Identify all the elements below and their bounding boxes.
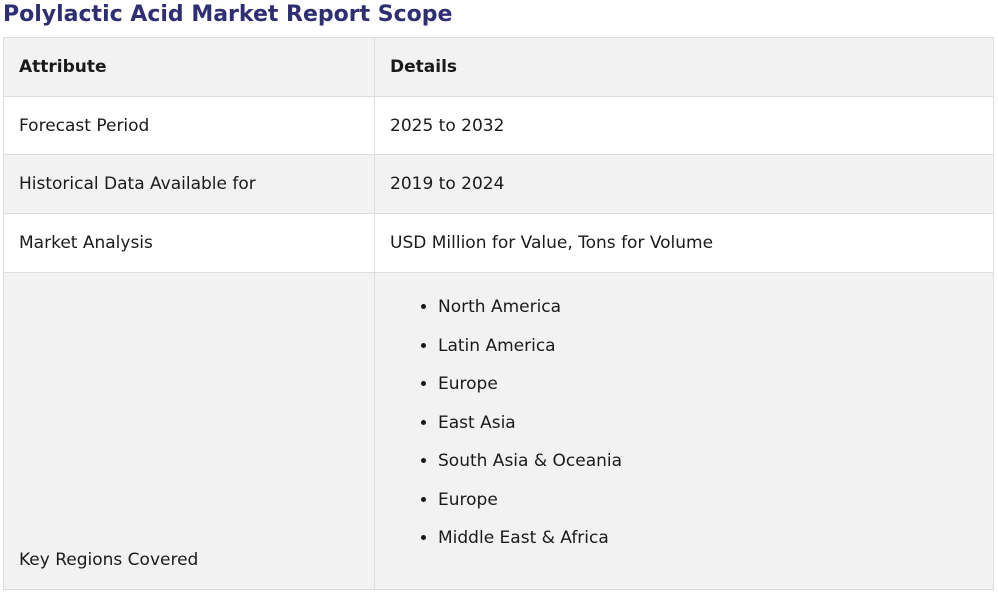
region-item: Latin America xyxy=(438,333,993,372)
table-header-row: Attribute Details xyxy=(3,37,994,97)
regions-cell: North America Latin America Europe East … xyxy=(374,272,994,590)
header-attribute: Attribute xyxy=(3,37,375,97)
table-row: Forecast Period 2025 to 2032 xyxy=(3,96,994,155)
row-details: USD Million for Value, Tons for Volume xyxy=(374,213,994,273)
region-item: Europe xyxy=(438,487,993,526)
row-details: 2025 to 2032 xyxy=(374,96,994,155)
region-item: North America xyxy=(438,294,993,333)
table-row-regions: Key Regions Covered North America Latin … xyxy=(3,272,994,590)
region-item: Middle East & Africa xyxy=(438,525,993,564)
row-attribute: Historical Data Available for xyxy=(3,154,375,214)
header-details: Details xyxy=(374,37,994,97)
row-attribute: Key Regions Covered xyxy=(3,272,375,590)
report-scope-table: Attribute Details Forecast Period 2025 t… xyxy=(3,37,994,590)
row-details: 2019 to 2024 xyxy=(374,154,994,214)
region-item: East Asia xyxy=(438,410,993,449)
row-attribute: Forecast Period xyxy=(3,96,375,155)
region-item: Europe xyxy=(438,371,993,410)
table-row: Market Analysis USD Million for Value, T… xyxy=(3,213,994,273)
row-attribute: Market Analysis xyxy=(3,213,375,273)
region-list: North America Latin America Europe East … xyxy=(390,294,993,564)
region-item: South Asia & Oceania xyxy=(438,448,993,487)
page-title: Polylactic Acid Market Report Scope xyxy=(3,2,453,27)
table-row: Historical Data Available for 2019 to 20… xyxy=(3,154,994,214)
